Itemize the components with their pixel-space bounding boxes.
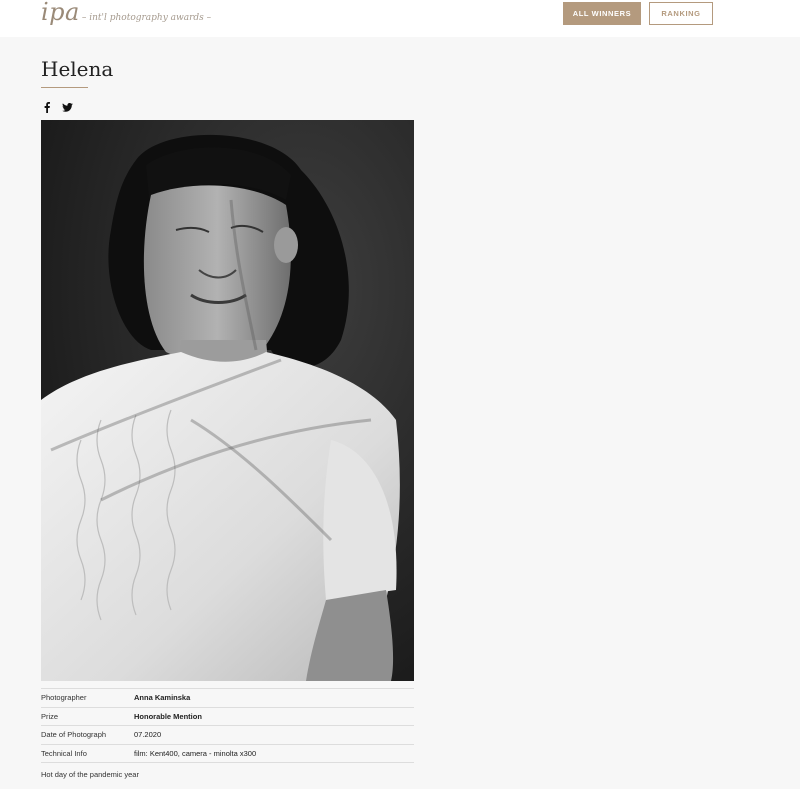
photo-details-table: Photographer Anna Kaminska Prize Honorab… — [41, 688, 414, 763]
date-value: 07.2020 — [134, 730, 162, 740]
table-row: Photographer Anna Kaminska — [41, 689, 414, 708]
ipa-logo[interactable]: ipa – int'l photography awards – — [41, 0, 211, 26]
site-header: ipa – int'l photography awards – ALL WIN… — [0, 0, 800, 37]
twitter-icon[interactable] — [62, 101, 73, 113]
page-title: Helena — [41, 57, 114, 81]
facebook-icon[interactable] — [44, 101, 50, 113]
ranking-button[interactable]: RANKING — [649, 2, 713, 25]
technical-info-value: film: Kent400, camera - minolta x300 — [134, 748, 257, 758]
table-row: Prize Honorable Mention — [41, 708, 414, 726]
detail-label: Photographer — [41, 693, 87, 703]
prize-value: Honorable Mention — [134, 711, 202, 721]
winning-photo — [41, 120, 414, 681]
portrait-image — [41, 120, 414, 681]
photographer-name: Anna Kaminska — [134, 693, 191, 703]
table-row: Date of Photograph 07.2020 — [41, 726, 414, 745]
photo-caption: Hot day of the pandemic year — [41, 770, 139, 779]
all-winners-button[interactable]: ALL WINNERS — [563, 2, 641, 25]
logo-mark: ipa — [41, 0, 80, 26]
detail-label: Technical Info — [41, 748, 87, 758]
detail-label: Date of Photograph — [41, 730, 107, 740]
title-underline — [41, 87, 88, 88]
table-row: Technical Info film: Kent400, camera - m… — [41, 745, 414, 763]
detail-label: Prize — [41, 711, 59, 721]
logo-tagline: – int'l photography awards – — [81, 13, 212, 23]
